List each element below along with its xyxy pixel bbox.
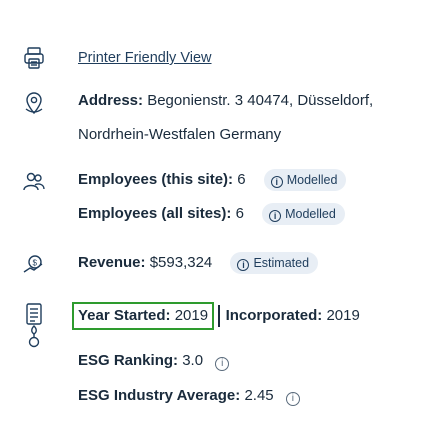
revenue-icon: $	[22, 252, 46, 276]
incorporated-label: Incorporated:	[225, 307, 323, 324]
esg-icon	[22, 324, 46, 348]
address-line1: Begonienstr. 3 40474, Düsseldorf,	[147, 92, 374, 109]
estimated-badge-label: Estimated	[253, 256, 310, 270]
info-icon[interactable]: i	[215, 357, 230, 371]
employees-all-label: Employees (all sites):	[78, 204, 232, 222]
revenue-label: Revenue:	[78, 253, 146, 271]
info-icon: i	[270, 176, 283, 188]
printer-icon[interactable]	[22, 46, 46, 70]
info-icon[interactable]: i	[285, 392, 300, 406]
esg-ranking-label: ESG Ranking:	[78, 352, 179, 369]
employees-all-value: 6	[235, 204, 244, 222]
info-icon: i	[237, 259, 250, 271]
estimated-badge[interactable]: i Estimated	[230, 252, 319, 274]
info-icon: i	[269, 210, 282, 222]
esg-average-value: 2.45	[244, 387, 274, 404]
text-cursor	[218, 305, 220, 328]
address-line2: Nordrhein-Westfalen Germany	[78, 126, 282, 143]
incorporated-value: 2019	[326, 307, 360, 324]
modelled-badge-label: Modelled	[285, 207, 336, 221]
address-label: Address:	[78, 92, 144, 109]
revenue-value: $593,324	[149, 253, 213, 271]
document-icon	[22, 302, 46, 326]
year-started-value: 2019	[174, 307, 209, 324]
svg-text:$: $	[33, 259, 38, 268]
year-started-label: Year Started:	[78, 307, 171, 324]
employees-site-value: 6	[237, 170, 246, 188]
printer-friendly-link[interactable]: Printer Friendly View	[78, 50, 212, 66]
modelled-badge-site[interactable]: i Modelled	[263, 169, 347, 191]
year-started-field[interactable]: Year Started: 2019	[72, 302, 215, 330]
esg-ranking-value: 3.0	[182, 352, 204, 369]
esg-average-label: ESG Industry Average:	[78, 387, 241, 404]
employees-icon	[22, 169, 46, 193]
modelled-badge-all[interactable]: i Modelled	[262, 203, 345, 225]
employees-site-label: Employees (this site):	[78, 170, 234, 188]
location-icon	[22, 91, 46, 115]
modelled-badge-label: Modelled	[286, 173, 338, 187]
